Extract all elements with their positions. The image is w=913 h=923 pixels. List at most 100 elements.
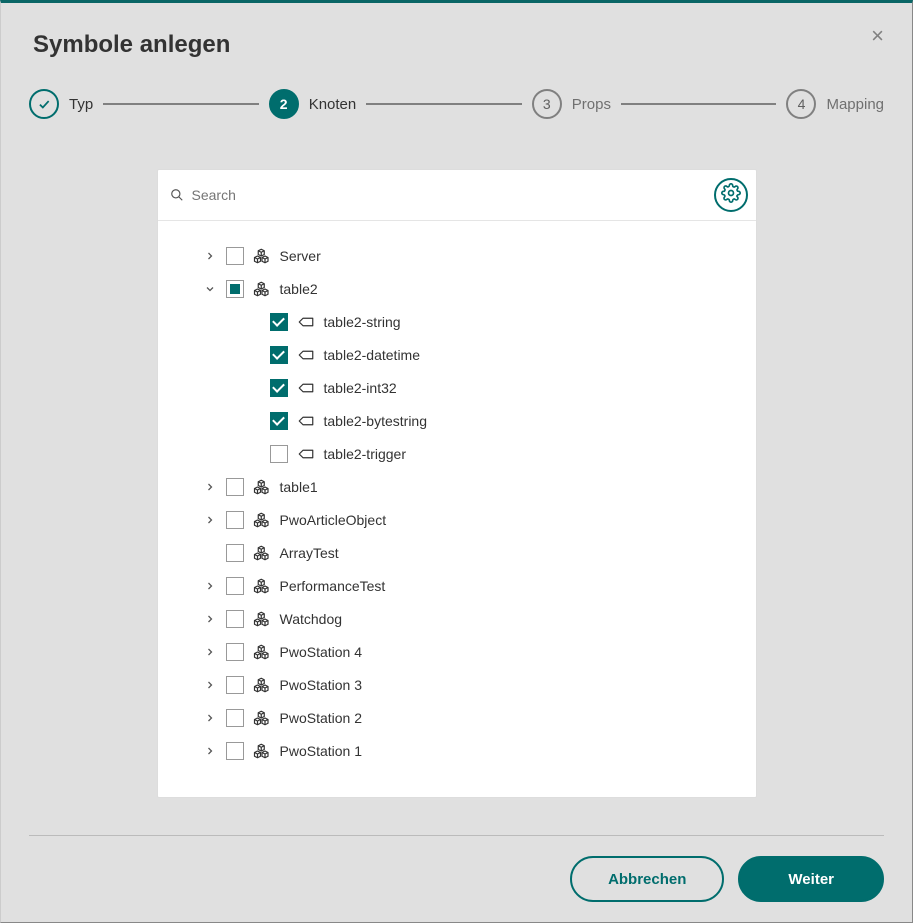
checkbox[interactable]: [270, 412, 288, 430]
step-number: 3: [532, 89, 562, 119]
node-label: PwoStation 3: [280, 677, 363, 693]
checkbox[interactable]: [226, 247, 244, 265]
step-label: Props: [572, 96, 611, 113]
object-icon: [252, 675, 272, 695]
object-icon: [252, 510, 272, 530]
node-label: PwoStation 2: [280, 710, 363, 726]
tag-icon: [296, 312, 316, 332]
tag-icon: [296, 345, 316, 365]
search-icon: [170, 188, 184, 202]
chevron-right-icon[interactable]: [200, 609, 220, 629]
tree-node[interactable]: table2-int32: [170, 371, 744, 404]
node-label: table1: [280, 479, 318, 495]
node-label: table2: [280, 281, 318, 297]
checkbox[interactable]: [226, 577, 244, 595]
checkbox[interactable]: [226, 676, 244, 694]
tag-icon: [296, 411, 316, 431]
checkbox[interactable]: [226, 709, 244, 727]
chevron-right-icon[interactable]: [200, 741, 220, 761]
node-label: table2-string: [324, 314, 401, 330]
chevron-right-icon[interactable]: [200, 246, 220, 266]
chevron-right-icon[interactable]: [200, 642, 220, 662]
step-mapping[interactable]: 4 Mapping: [786, 89, 884, 119]
checkbox[interactable]: [226, 478, 244, 496]
node-label: PwoStation 1: [280, 743, 363, 759]
object-icon: [252, 741, 272, 761]
stepper: Typ 2 Knoten 3 Props 4 Mapping: [1, 79, 912, 143]
settings-button[interactable]: [714, 178, 748, 212]
gear-icon: [721, 183, 741, 208]
divider: [29, 835, 884, 836]
step-connector: [366, 103, 522, 105]
node-label: table2-int32: [324, 380, 397, 396]
chevron-right-icon[interactable]: [200, 675, 220, 695]
checkbox[interactable]: [226, 511, 244, 529]
checkbox[interactable]: [270, 379, 288, 397]
tree-node[interactable]: ArrayTest: [170, 536, 744, 569]
checkbox[interactable]: [226, 544, 244, 562]
node-label: PwoStation 4: [280, 644, 363, 660]
object-icon: [252, 543, 272, 563]
checkbox[interactable]: [226, 610, 244, 628]
tree-node[interactable]: table2-datetime: [170, 338, 744, 371]
step-label: Knoten: [309, 96, 357, 113]
node-label: Server: [280, 248, 321, 264]
object-icon: [252, 279, 272, 299]
step-number: 2: [269, 89, 299, 119]
tag-icon: [296, 444, 316, 464]
node-label: table2-trigger: [324, 446, 407, 462]
tree-node[interactable]: table2-bytestring: [170, 404, 744, 437]
checkbox[interactable]: [226, 742, 244, 760]
tree-node[interactable]: PerformanceTest: [170, 569, 744, 602]
step-props[interactable]: 3 Props: [532, 89, 611, 119]
check-icon: [29, 89, 59, 119]
step-number: 4: [786, 89, 816, 119]
step-knoten[interactable]: 2 Knoten: [269, 89, 357, 119]
tree-node[interactable]: Watchdog: [170, 602, 744, 635]
checkbox[interactable]: [270, 346, 288, 364]
next-button[interactable]: Weiter: [738, 856, 884, 902]
dialog: × Symbole anlegen Typ 2 Knoten 3 Props 4…: [0, 0, 913, 923]
chevron-right-icon[interactable]: [200, 576, 220, 596]
object-icon: [252, 576, 272, 596]
search-input[interactable]: [184, 183, 714, 207]
tree-node[interactable]: PwoStation 2: [170, 701, 744, 734]
tree-node[interactable]: Server: [170, 239, 744, 272]
tag-icon: [296, 378, 316, 398]
object-icon: [252, 609, 272, 629]
tree-node[interactable]: table2-trigger: [170, 437, 744, 470]
checkbox[interactable]: [226, 643, 244, 661]
cancel-button[interactable]: Abbrechen: [570, 856, 724, 902]
node-label: table2-datetime: [324, 347, 421, 363]
tree-node[interactable]: table2-string: [170, 305, 744, 338]
step-connector: [621, 103, 777, 105]
tree: Server table2 table2-string table2-datetime…: [158, 221, 756, 797]
object-icon: [252, 708, 272, 728]
tree-node[interactable]: table1: [170, 470, 744, 503]
object-icon: [252, 642, 272, 662]
object-icon: [252, 477, 272, 497]
chevron-right-icon[interactable]: [200, 510, 220, 530]
close-icon[interactable]: ×: [871, 25, 884, 47]
step-typ[interactable]: Typ: [29, 89, 93, 119]
chevron-right-icon[interactable]: [200, 708, 220, 728]
checkbox[interactable]: [226, 280, 244, 298]
dialog-title: Symbole anlegen: [1, 3, 912, 79]
node-label: table2-bytestring: [324, 413, 428, 429]
step-label: Typ: [69, 96, 93, 113]
tree-node[interactable]: PwoStation 3: [170, 668, 744, 701]
chevron-right-icon[interactable]: [200, 477, 220, 497]
tree-node[interactable]: PwoArticleObject: [170, 503, 744, 536]
tree-node[interactable]: table2: [170, 272, 744, 305]
node-label: PerformanceTest: [280, 578, 386, 594]
node-label: ArrayTest: [280, 545, 339, 561]
node-label: PwoArticleObject: [280, 512, 387, 528]
checkbox[interactable]: [270, 445, 288, 463]
tree-node[interactable]: PwoStation 1: [170, 734, 744, 767]
checkbox[interactable]: [270, 313, 288, 331]
object-icon: [252, 246, 272, 266]
tree-panel: Server table2 table2-string table2-datetime…: [157, 169, 757, 798]
step-connector: [103, 103, 259, 105]
tree-node[interactable]: PwoStation 4: [170, 635, 744, 668]
chevron-down-icon[interactable]: [200, 279, 220, 299]
